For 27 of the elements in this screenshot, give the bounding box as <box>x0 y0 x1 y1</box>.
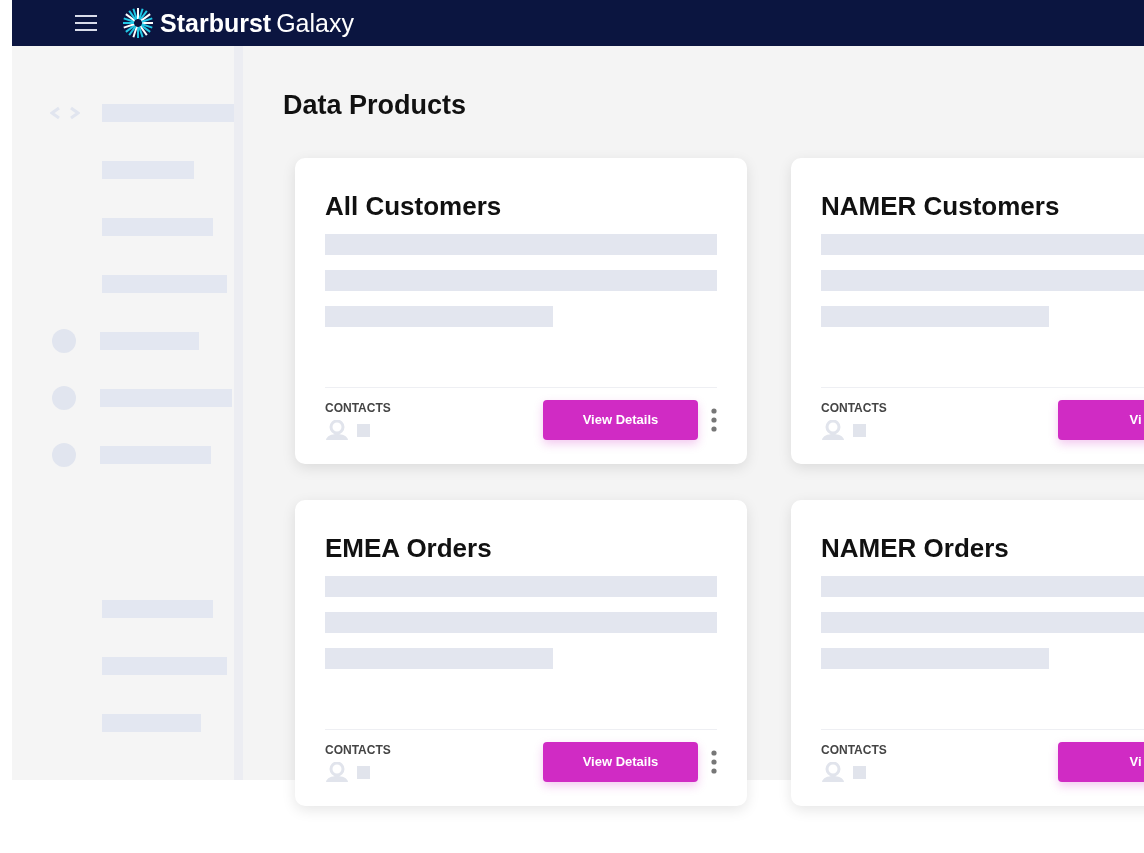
more-options-icon[interactable] <box>711 407 717 433</box>
avatar-icon <box>821 420 845 440</box>
view-details-button[interactable]: View Details <box>543 400 698 440</box>
brand-name: Starburst <box>160 10 272 36</box>
placeholder-square <box>853 765 866 779</box>
avatar-icon <box>821 762 845 782</box>
contacts-label: CONTACTS <box>325 400 391 416</box>
view-details-button[interactable]: Vi <box>1058 742 1144 782</box>
brand-product: Galaxy <box>276 10 354 36</box>
placeholder-square <box>357 765 370 779</box>
starburst-logo-icon <box>122 7 154 39</box>
card-title: EMEA Orders <box>325 532 493 564</box>
contacts-label: CONTACTS <box>821 400 887 416</box>
avatar-icon <box>325 762 349 782</box>
contacts-label: CONTACTS <box>325 742 391 758</box>
placeholder-square <box>853 423 866 437</box>
view-details-button[interactable]: View Details <box>543 742 698 782</box>
avatar-icon <box>325 420 349 440</box>
menu-icon[interactable] <box>74 14 98 32</box>
contacts-label: CONTACTS <box>821 742 887 758</box>
view-details-button[interactable]: Vi <box>1058 400 1144 440</box>
more-options-icon[interactable] <box>711 749 717 775</box>
placeholder-square <box>357 423 370 437</box>
card-title: All Customers <box>325 190 503 222</box>
page-title: Data Products <box>283 90 468 120</box>
card-title: NAMER Orders <box>821 532 1010 564</box>
card-title: NAMER Customers <box>821 190 1061 222</box>
